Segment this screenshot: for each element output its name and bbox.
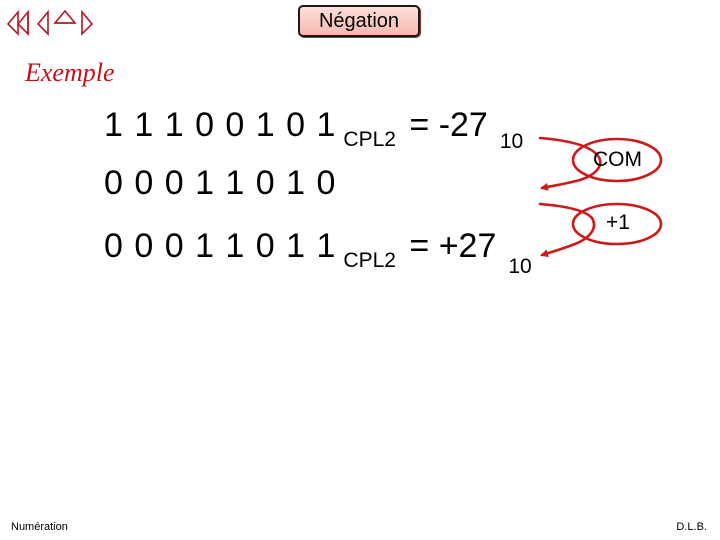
plus-one-loop-arrow xyxy=(538,202,596,258)
complement-operation-label: COM xyxy=(593,148,642,171)
previous-slide-icon[interactable] xyxy=(36,9,49,36)
slide-title-button[interactable]: Négation xyxy=(298,5,420,37)
base-subscript: 10 xyxy=(499,130,524,153)
binary-line-result: 0 0 0 1 1 0 1 1 CPL2 = +27 10 xyxy=(104,227,532,278)
footer-author-initials: D.L.B. xyxy=(676,521,707,533)
example-heading: Exemple xyxy=(25,58,115,87)
home-icon[interactable] xyxy=(53,9,77,24)
binary-line-complement: 0 0 0 1 1 0 1 0 xyxy=(104,164,335,203)
complement-loop-arrow xyxy=(538,136,602,191)
binary-value: 0 0 0 1 1 0 1 0 xyxy=(104,164,336,202)
binary-line-original: 1 1 1 0 0 1 0 1 CPL2 = -27 10 xyxy=(104,106,523,153)
encoding-subscript: CPL2 xyxy=(343,128,396,151)
next-slide-icon[interactable] xyxy=(81,9,94,36)
binary-value: 0 0 0 1 1 0 1 1 xyxy=(104,227,336,265)
footer-section-label: Numération xyxy=(11,521,68,533)
first-slide-icon[interactable] xyxy=(6,9,29,36)
decimal-equation: = +27 xyxy=(409,227,497,265)
base-subscript: 10 xyxy=(508,255,532,278)
binary-value: 1 1 1 0 0 1 0 1 xyxy=(104,106,336,144)
encoding-subscript: CPL2 xyxy=(343,249,396,272)
slide-navigation xyxy=(4,8,94,36)
plus-one-operation-label: +1 xyxy=(606,211,630,234)
slide-title: Négation xyxy=(318,9,400,32)
decimal-equation: = -27 xyxy=(409,106,488,144)
